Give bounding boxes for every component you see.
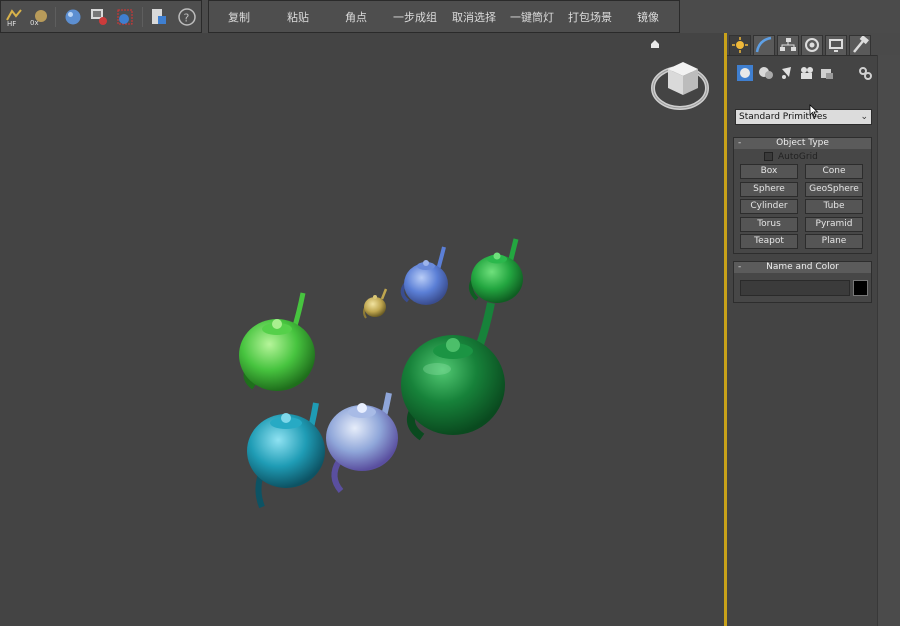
teapot-blue-small[interactable] bbox=[400, 246, 448, 305]
hf-icon[interactable]: HF bbox=[4, 7, 24, 27]
helpers-icon[interactable] bbox=[819, 65, 835, 81]
object-category-dropdown[interactable]: Standard Primitives ⌄ bbox=[735, 109, 872, 125]
mirror-button[interactable]: 镜像 bbox=[619, 1, 677, 34]
torus-button[interactable]: Torus bbox=[740, 217, 798, 232]
render-frame-icon[interactable] bbox=[115, 7, 135, 27]
collapse-icon: - bbox=[738, 262, 742, 272]
toolbar-separator bbox=[142, 7, 143, 27]
command-panel-scrollbar[interactable] bbox=[877, 55, 900, 626]
shapes-icon[interactable] bbox=[758, 65, 774, 81]
svg-text:0x: 0x bbox=[30, 19, 39, 27]
utilities-tab[interactable] bbox=[849, 35, 871, 55]
cancel-selection-button[interactable]: 取消选择 bbox=[445, 1, 503, 34]
checkbox-icon bbox=[764, 152, 773, 161]
display-icon bbox=[829, 39, 843, 52]
perspective-viewport[interactable] bbox=[0, 33, 726, 626]
modify-icon bbox=[755, 36, 772, 53]
systems-icon[interactable] bbox=[857, 65, 873, 81]
box-button[interactable]: Box bbox=[740, 164, 798, 179]
teapot-cyan[interactable] bbox=[247, 402, 325, 509]
mouse-cursor-icon bbox=[809, 104, 819, 118]
teapot-gold-small[interactable] bbox=[363, 288, 388, 319]
create-panel: Standard Primitives ⌄ - Object Type Auto… bbox=[727, 55, 877, 626]
chevron-down-icon: ⌄ bbox=[860, 112, 868, 122]
sphere-button[interactable]: Sphere bbox=[740, 182, 798, 197]
ox-icon[interactable]: 0x bbox=[29, 7, 49, 27]
cameras-icon[interactable] bbox=[799, 65, 815, 81]
command-panel: Standard Primitives ⌄ - Object Type Auto… bbox=[727, 33, 900, 626]
sphere-icon[interactable] bbox=[63, 7, 83, 27]
render-setup-icon[interactable] bbox=[89, 7, 109, 27]
command-panel-tabs bbox=[727, 33, 900, 55]
paste-button[interactable]: 粘贴 bbox=[269, 1, 327, 34]
pack-scene-button[interactable]: 打包场景 bbox=[561, 1, 619, 34]
export-icon[interactable] bbox=[149, 7, 169, 27]
teapot-green-light[interactable] bbox=[239, 292, 315, 391]
object-type-rollout: - Object Type AutoGrid Box Cone Sphere G… bbox=[733, 137, 872, 254]
object-type-rollout-header[interactable]: - Object Type bbox=[734, 138, 871, 149]
help-icon[interactable]: ? bbox=[177, 7, 197, 27]
pyramid-button[interactable]: Pyramid bbox=[805, 217, 863, 232]
geometry-icon[interactable] bbox=[737, 65, 753, 81]
motion-tab[interactable] bbox=[801, 35, 823, 55]
hammer-icon bbox=[853, 35, 869, 53]
object-name-field[interactable] bbox=[740, 280, 850, 296]
cylinder-button[interactable]: Cylinder bbox=[740, 199, 798, 214]
name-and-color-rollout-header[interactable]: - Name and Color bbox=[734, 262, 871, 273]
lights-icon[interactable] bbox=[779, 65, 795, 81]
viewport-scene bbox=[239, 40, 709, 509]
svg-text:?: ? bbox=[184, 12, 190, 25]
teapot-lavender[interactable] bbox=[326, 392, 398, 493]
autogrid-label: AutoGrid bbox=[778, 152, 818, 162]
teapot-button[interactable]: Teapot bbox=[740, 234, 798, 249]
geosphere-button[interactable]: GeoSphere bbox=[805, 182, 863, 197]
hierarchy-icon bbox=[780, 38, 796, 51]
cone-button[interactable]: Cone bbox=[805, 164, 863, 179]
name-and-color-rollout: - Name and Color bbox=[733, 261, 872, 303]
hierarchy-tab[interactable] bbox=[777, 35, 799, 55]
object-color-swatch[interactable] bbox=[853, 280, 868, 296]
collapse-icon: - bbox=[738, 138, 742, 148]
toolbar-icon-group: HF 0x ? bbox=[0, 0, 202, 33]
autogrid-checkbox[interactable]: AutoGrid bbox=[764, 152, 818, 162]
svg-text:HF: HF bbox=[7, 20, 16, 27]
rollout-title: Object Type bbox=[776, 138, 829, 148]
toolbar-command-group: 复制 粘贴 角点 一步成组 取消选择 一键筒灯 打包场景 镜像 bbox=[208, 0, 680, 33]
main-toolbar: HF 0x ? 复制 粘贴 角点 一步成组 取消选择 一键筒灯 打包场景 镜像 bbox=[0, 0, 900, 33]
modify-tab[interactable] bbox=[753, 35, 775, 55]
tube-button[interactable]: Tube bbox=[805, 199, 863, 214]
motion-icon bbox=[805, 38, 819, 52]
one-click-light-button[interactable]: 一键筒灯 bbox=[503, 1, 561, 34]
copy-button[interactable]: 复制 bbox=[209, 1, 269, 34]
create-tab[interactable] bbox=[729, 35, 751, 55]
create-icon bbox=[732, 37, 748, 53]
toolbar-separator bbox=[55, 7, 56, 27]
teapot-green-large[interactable] bbox=[401, 302, 505, 441]
display-tab[interactable] bbox=[825, 35, 847, 55]
one-step-group-button[interactable]: 一步成组 bbox=[385, 1, 445, 34]
rollout-title: Name and Color bbox=[766, 262, 839, 272]
corner-button[interactable]: 角点 bbox=[327, 1, 385, 34]
viewcube[interactable] bbox=[651, 62, 709, 110]
teapot-green-back[interactable] bbox=[469, 238, 523, 303]
viewcube-home-icon[interactable] bbox=[651, 40, 659, 48]
plane-button[interactable]: Plane bbox=[805, 234, 863, 249]
